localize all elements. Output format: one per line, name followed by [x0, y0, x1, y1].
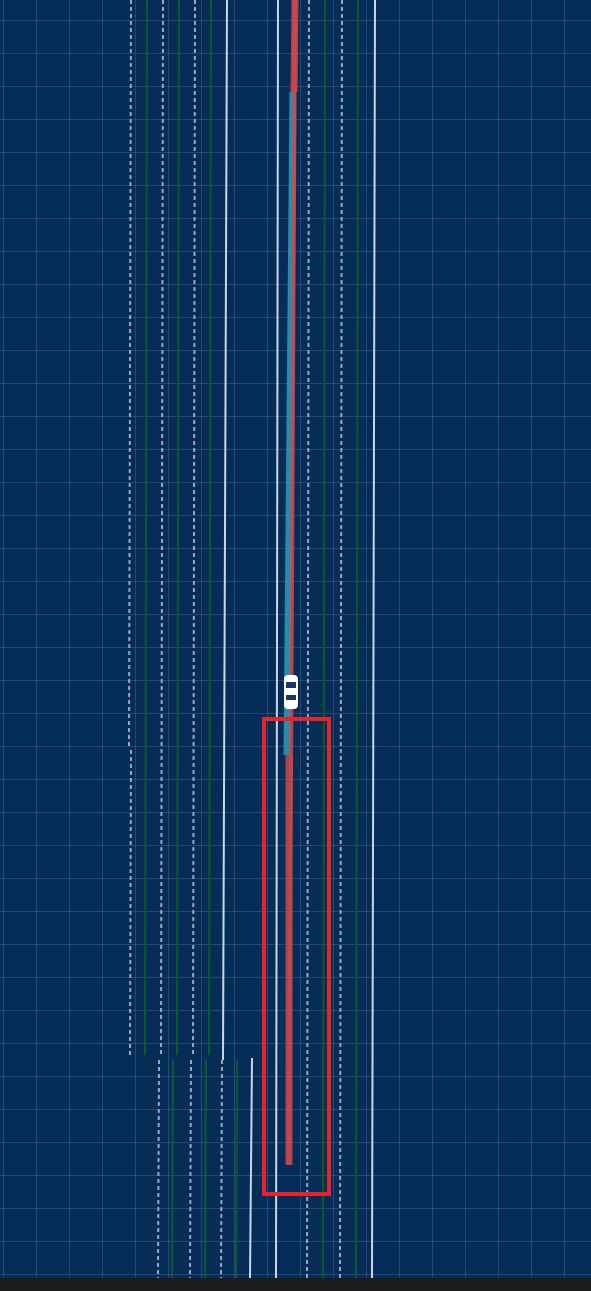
car-icon[interactable] [284, 675, 298, 709]
lane-center-line [176, 0, 180, 1056]
planned-trajectory [283, 0, 299, 1166]
scene-canvas [128, 0, 376, 1278]
lane-boundary-dashed [157, 1059, 160, 1278]
lane-boundary-solid [275, 0, 279, 1278]
lane-boundary-dashed [192, 0, 196, 1056]
lane-boundary-dashed [339, 0, 343, 1278]
map-viewport[interactable] [0, 0, 591, 1278]
lane-boundary-solid [249, 1057, 253, 1278]
highlight-box [262, 717, 331, 1196]
lane-center-line [355, 0, 359, 1278]
lane-boundary-dashed [129, 749, 132, 1056]
lane-boundary-dashed [306, 0, 310, 1278]
lane-boundary-dashed [189, 1059, 192, 1278]
lane-center-line [208, 0, 212, 1056]
lane-center-line [235, 1059, 238, 1278]
lane-lines-lower [129, 749, 253, 1278]
lane-boundary-solid [371, 0, 376, 1278]
lane-boundary-solid [222, 0, 228, 1061]
lane-center-line [144, 0, 148, 1056]
planned-path-upper [290, 0, 299, 93]
lane-center-line [171, 1059, 174, 1278]
lane-boundary-dashed [160, 0, 164, 1056]
bottom-bar [0, 1278, 591, 1291]
lane-boundary-dashed [220, 1059, 223, 1278]
lane-boundary-dashed [128, 0, 132, 749]
lane-center-line [322, 0, 326, 1278]
lane-center-line [204, 1059, 207, 1278]
